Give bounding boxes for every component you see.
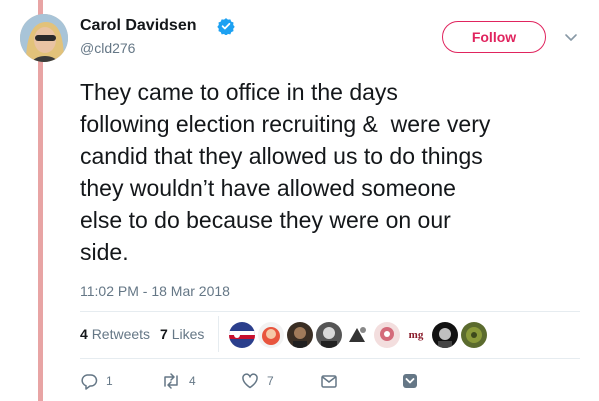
liker-avatar-flag[interactable] bbox=[228, 321, 256, 349]
reply-action[interactable]: 1 bbox=[80, 372, 113, 390]
bookmark-action[interactable] bbox=[401, 372, 419, 390]
liker-avatar-green[interactable] bbox=[460, 321, 488, 349]
liker-avatar-bw[interactable] bbox=[315, 321, 343, 349]
verified-badge-icon bbox=[217, 18, 235, 35]
mg-logo-text: mg bbox=[408, 329, 424, 341]
stats-separator bbox=[218, 316, 219, 352]
bookmark-icon bbox=[403, 374, 417, 388]
retweets-stat[interactable]: 4 Retweets bbox=[80, 326, 150, 342]
like-action[interactable]: 7 bbox=[241, 372, 274, 390]
direct-message-icon bbox=[321, 375, 337, 388]
likes-label: Likes bbox=[171, 326, 205, 342]
liker-avatar-face[interactable] bbox=[257, 321, 285, 349]
reply-count: 1 bbox=[106, 374, 113, 388]
chevron-down-icon[interactable] bbox=[564, 30, 578, 44]
reply-icon bbox=[81, 374, 98, 390]
likes-stat[interactable]: 7 Likes bbox=[160, 326, 204, 342]
like-icon bbox=[242, 373, 258, 389]
liker-avatar-dark[interactable] bbox=[286, 321, 314, 349]
author-handle[interactable]: @cld276 bbox=[80, 40, 135, 56]
liker-avatar-mg[interactable]: mg bbox=[402, 321, 430, 349]
liker-avatar-cartoon[interactable] bbox=[344, 321, 372, 349]
liker-avatar-portrait[interactable] bbox=[431, 321, 459, 349]
divider-top bbox=[80, 311, 580, 312]
follow-button[interactable]: Follow bbox=[442, 21, 546, 53]
tweet-text: They came to office in the days followin… bbox=[80, 79, 491, 265]
tweet-timestamp[interactable]: 11:02 PM - 18 Mar 2018 bbox=[80, 283, 230, 299]
divider-bottom bbox=[80, 358, 580, 359]
likes-count: 7 bbox=[160, 326, 168, 342]
author-name[interactable]: Carol Davidsen bbox=[80, 17, 196, 35]
like-count: 7 bbox=[267, 374, 274, 388]
retweet-action[interactable]: 4 bbox=[161, 372, 196, 390]
retweet-count: 4 bbox=[189, 374, 196, 388]
retweet-icon bbox=[164, 373, 178, 389]
retweets-count: 4 bbox=[80, 326, 88, 342]
retweets-label: Retweets bbox=[91, 326, 151, 342]
liker-avatar-pink[interactable] bbox=[373, 321, 401, 349]
author-avatar[interactable] bbox=[20, 14, 68, 62]
direct-message-action[interactable] bbox=[320, 372, 338, 390]
